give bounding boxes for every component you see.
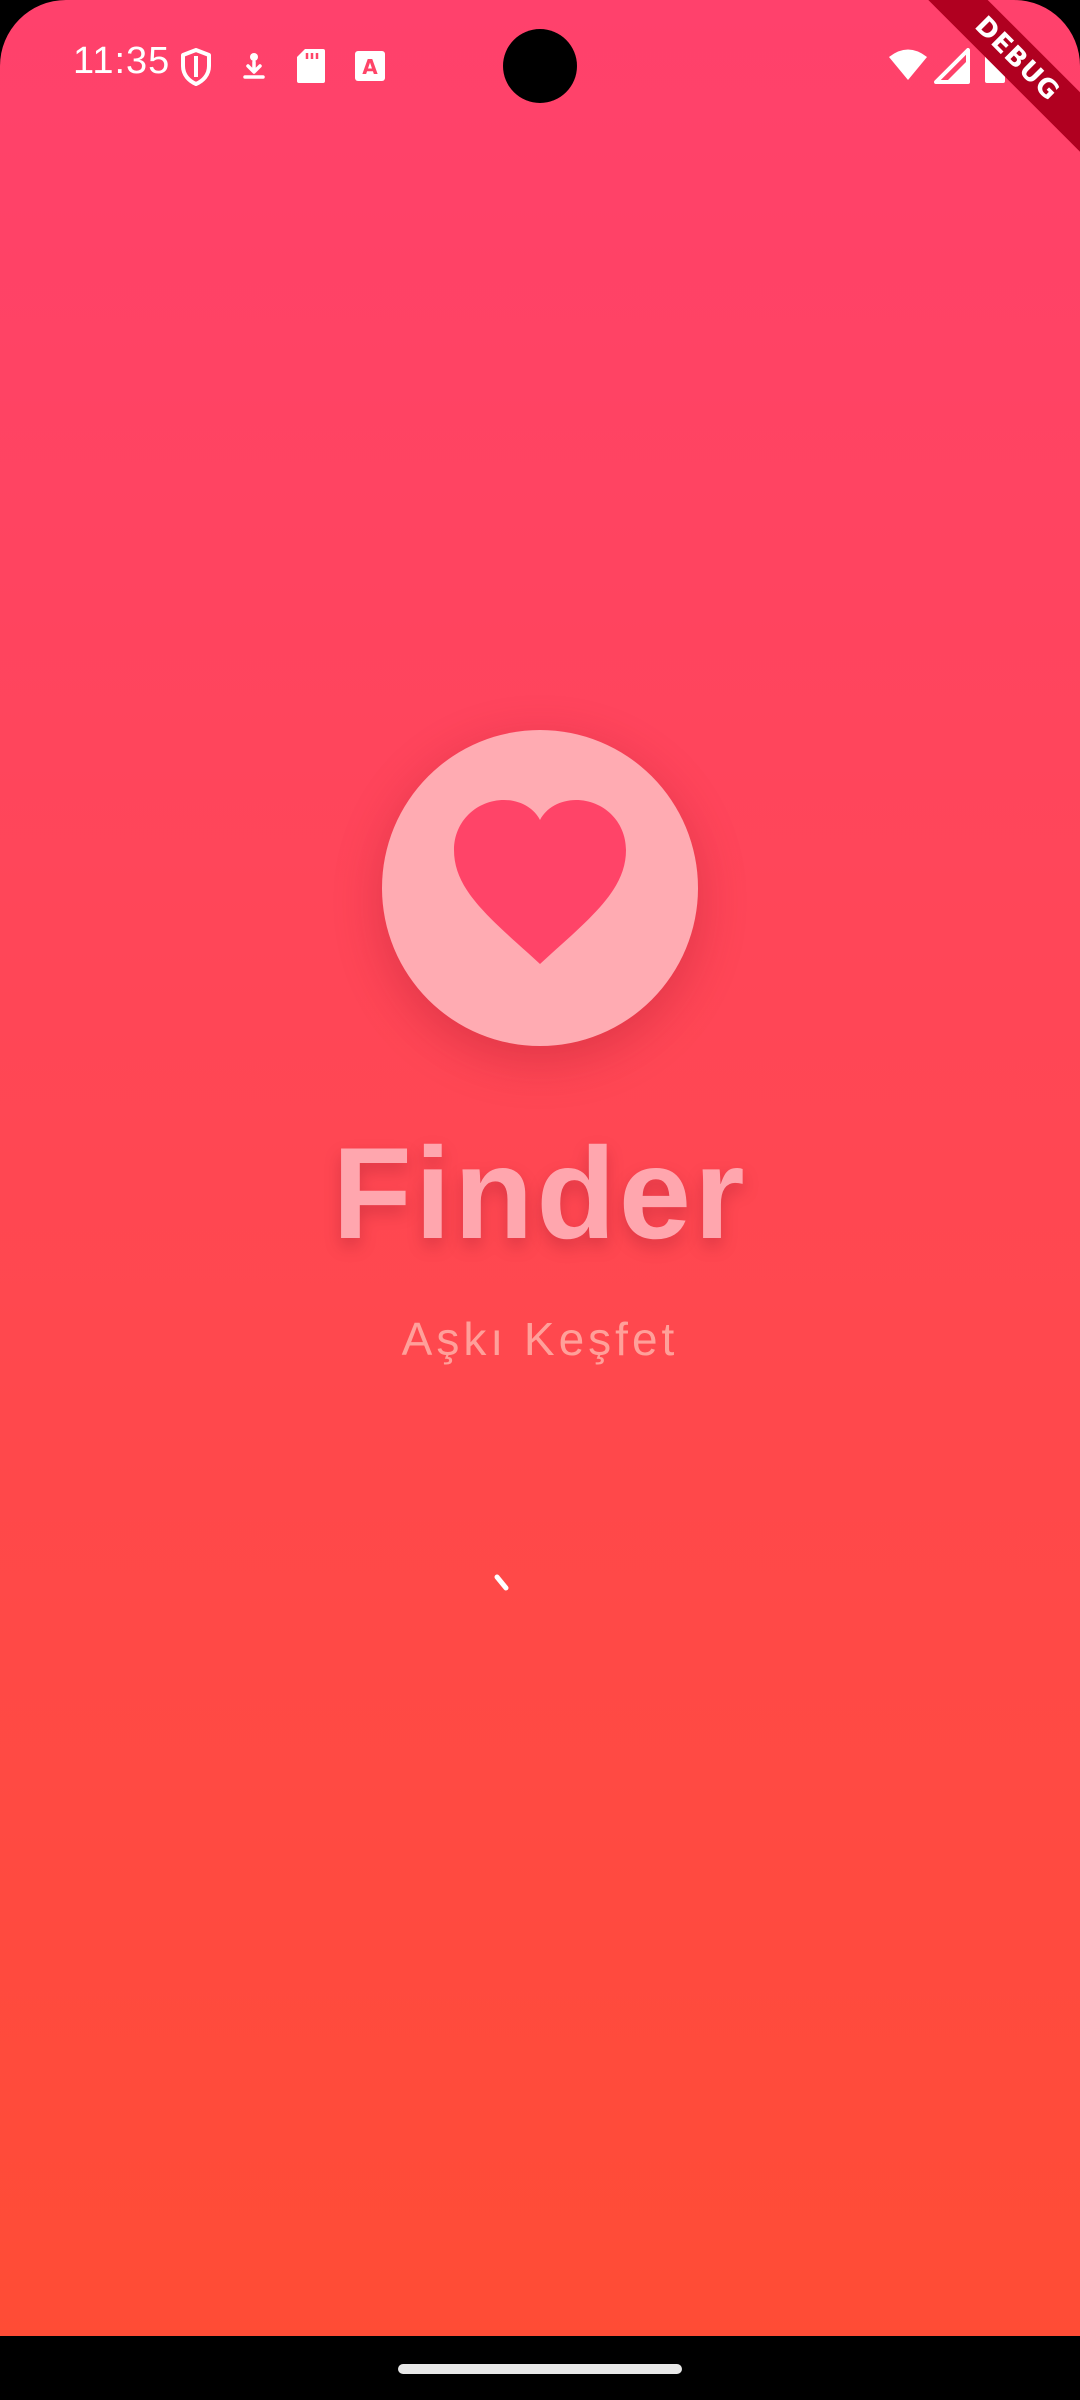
app-title: Finder [332,1120,748,1266]
app-logo [382,730,698,1046]
svg-text:A: A [362,55,378,79]
app-subtitle: Aşkı Keşfet [401,1313,679,1365]
sd-card-icon [297,49,325,83]
cell-signal-icon [934,48,970,84]
status-time: 11:35 [73,40,171,82]
download-icon [243,53,265,79]
camera-cutout [503,29,577,103]
loading-spinner [494,1574,509,1591]
home-indicator[interactable] [398,2364,682,2374]
heart-icon [454,800,626,964]
shield-icon [181,48,211,86]
font-a-icon: A [355,51,385,81]
wifi-icon [889,49,927,80]
status-bar: 11:35 A DEBUG [0,0,1080,163]
splash-screen: 11:35 A DEBUG Finder Aşkı Keşfet [0,0,1080,2336]
